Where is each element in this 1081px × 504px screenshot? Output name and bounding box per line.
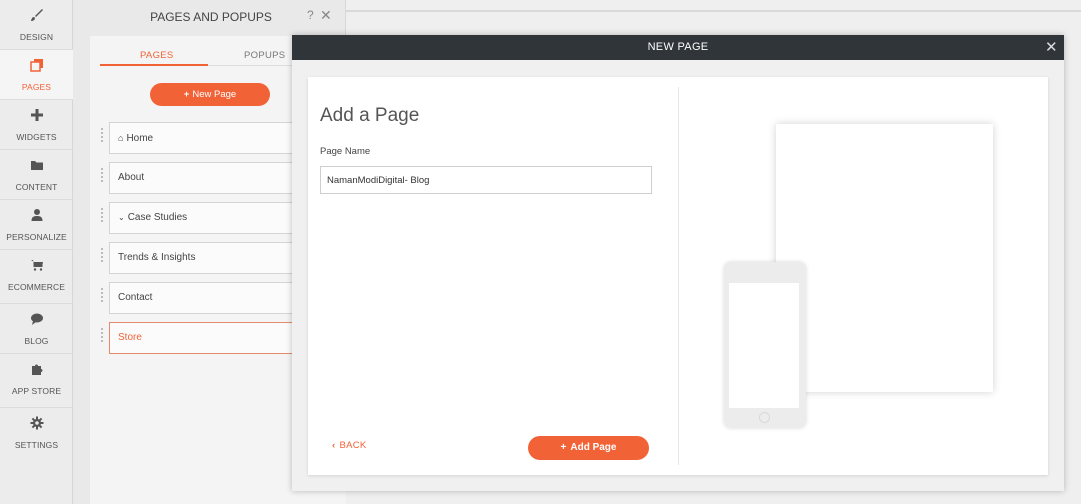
nav-widgets[interactable]: WIDGETS [0,100,73,150]
drag-handle-icon[interactable] [101,168,105,184]
nav-personalize-label: PERSONALIZE [6,232,67,242]
plus-icon: + [183,89,190,100]
nav-app-store-label: APP STORE [11,386,62,396]
phone-home-button [759,412,770,423]
panel-title: PAGES AND POPUPS [150,10,272,24]
nav-ecommerce[interactable]: ECOMMERCE [0,250,73,304]
nav-content[interactable]: CONTENT [0,150,73,200]
page-name-input[interactable] [320,166,652,194]
drag-handle-icon[interactable] [101,128,105,144]
form-heading: Add a Page [320,105,420,126]
add-page-button[interactable]: + Add Page [528,436,649,460]
phone-screen [729,283,799,408]
drag-handle-icon[interactable] [101,208,105,224]
nav-pages[interactable]: PAGES [0,50,73,100]
nav-pages-label: PAGES [21,82,52,92]
page-name-label: Page Name [320,146,371,157]
modal-close-icon[interactable]: ✕ [1045,38,1058,56]
new-page-label: New Page [192,89,237,100]
page-label: Trends & Insights [118,252,196,263]
tab-popups[interactable]: POPUPS [244,50,285,61]
nav-design-label: DESIGN [19,32,54,42]
puzzle-icon [0,362,73,384]
speech-bubble-icon [0,312,73,334]
gear-icon [0,416,73,438]
nav-widgets-label: WIDGETS [16,132,57,142]
plus-icon: + [560,442,567,453]
back-label: BACK [339,440,367,451]
back-button[interactable]: ‹ BACK [332,440,367,451]
page-label: About [118,172,145,183]
modal-header: NEW PAGE ✕ [292,35,1064,60]
active-tab-indicator [100,64,208,66]
plus-icon [0,108,73,130]
nav-content-label: CONTENT [15,182,58,192]
nav-settings-label: SETTINGS [14,440,59,450]
help-icon[interactable]: ? [307,8,314,22]
nav-ecommerce-label: ECOMMERCE [7,282,66,292]
tablet-preview [776,124,993,392]
page-label: Home [126,133,154,144]
brush-icon [0,8,73,30]
nav-blog-label: BLOG [24,336,49,346]
new-page-button[interactable]: + New Page [150,83,270,106]
phone-preview [724,262,806,428]
new-page-modal: NEW PAGE ✕ Add a Page Page Name ‹BACK +A… [292,35,1064,491]
page-label: Store [118,332,142,343]
chevron-down-icon[interactable]: ⌄ [118,213,125,222]
modal-card: Add a Page Page Name ‹BACK +Add Page [308,77,1048,475]
site-header-line [346,10,1081,12]
nav-design[interactable]: DESIGN [0,0,73,50]
nav-settings[interactable]: SETTINGS [0,408,73,458]
modal-title: NEW PAGE [647,41,709,53]
pages-icon [0,58,73,80]
left-nav: DESIGN PAGES WIDGETS CONTENT PERSONALIZE… [0,0,73,504]
add-page-label: Add Page [570,442,617,453]
drag-handle-icon[interactable] [101,248,105,264]
drag-handle-icon[interactable] [101,288,105,304]
drag-handle-icon[interactable] [101,328,105,344]
nav-blog[interactable]: BLOG [0,304,73,354]
modal-divider [678,87,679,465]
nav-personalize[interactable]: PERSONALIZE [0,200,73,250]
home-icon: ⌂ [118,133,124,143]
person-icon [0,208,73,230]
page-label: Contact [118,292,153,303]
folder-icon [0,158,73,180]
panel-close-icon[interactable]: ✕ [320,7,332,24]
chevron-left-icon: ‹ [332,440,336,451]
cart-icon [0,258,73,280]
nav-app-store[interactable]: APP STORE [0,354,73,408]
tab-pages[interactable]: PAGES [140,50,174,61]
page-label: Case Studies [127,212,188,223]
